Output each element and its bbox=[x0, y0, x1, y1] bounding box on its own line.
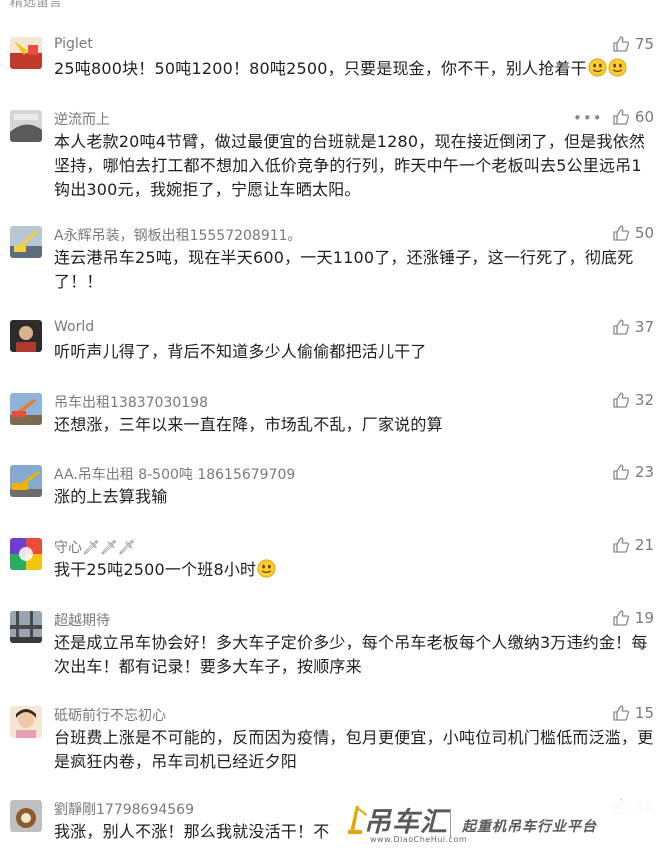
commenter-name[interactable]: 砥砺前行不忘初心 bbox=[54, 705, 166, 725]
like-count: 19 bbox=[634, 609, 654, 627]
commenter-name[interactable]: A永辉吊装，钢板出租15557208911。 bbox=[54, 225, 302, 245]
smiley-emoji-icon bbox=[257, 559, 276, 578]
like-button[interactable]: 75 bbox=[612, 35, 654, 53]
commenter-name[interactable]: AA.吊车出租 8-500吨 18615679709 bbox=[54, 464, 295, 484]
avatar[interactable] bbox=[10, 800, 42, 832]
smiley-emoji-icon bbox=[608, 58, 627, 77]
thumbs-up-icon bbox=[613, 319, 629, 335]
comment-text: 台班费上涨是不可能的，反而因为疫情，包月更便宜，小吨位司机门槛低而泛滥，更是疯狂… bbox=[54, 728, 654, 771]
thumbs-up-icon bbox=[613, 610, 629, 626]
avatar[interactable] bbox=[10, 320, 42, 352]
comment-text: 25吨800块！50吨1200！80吨2500，只要是现金，你不干，别人抢着干 bbox=[54, 57, 654, 81]
smiley-emoji-icon bbox=[588, 58, 607, 77]
watermark-url: www.DiaoCheHui.com bbox=[370, 835, 468, 844]
avatar[interactable] bbox=[10, 706, 42, 738]
watermark: 吊车汇 www.DiaoCheHui.com 起重机吊车行业平台 bbox=[334, 800, 668, 851]
thumbs-up-icon bbox=[613, 392, 629, 408]
comment-text: 还是成立吊车协会好！多大车子定价多少，每个吊车老板每个人缴纳3万违约金！每次出车… bbox=[54, 633, 648, 676]
like-count: 37 bbox=[634, 318, 654, 336]
avatar[interactable] bbox=[10, 611, 42, 643]
comment-text: 听听声儿得了，背后不知道多少人偷偷都把活儿干了 bbox=[54, 342, 427, 361]
thumbs-up-icon bbox=[613, 225, 629, 241]
like-button[interactable]: 50 bbox=[612, 224, 654, 242]
comment-text: 连云港吊车25吨，现在半天600，一天1100了，还涨锤子，这一行死了，彻底死了… bbox=[54, 248, 634, 291]
thumbs-up-icon bbox=[613, 705, 629, 721]
commenter-name[interactable]: 劉靜剛17798694569 bbox=[54, 799, 194, 819]
thumbs-up-icon bbox=[613, 464, 629, 480]
avatar[interactable] bbox=[10, 465, 42, 497]
commenter-name[interactable]: 逆流而上 bbox=[54, 109, 110, 129]
like-count: 23 bbox=[634, 463, 654, 481]
comment-text: 我干25吨2500一个班8小时 bbox=[54, 558, 654, 582]
commenter-name[interactable]: Piglet bbox=[54, 36, 93, 52]
like-button[interactable]: 21 bbox=[612, 536, 654, 554]
like-button[interactable]: 19 bbox=[612, 609, 654, 627]
avatar[interactable] bbox=[10, 37, 42, 69]
section-title: 精选留言 bbox=[10, 0, 63, 10]
thumbs-up-icon bbox=[613, 537, 629, 553]
commenter-name[interactable]: 吊车出租13837030198 bbox=[54, 392, 208, 412]
like-button[interactable]: 23 bbox=[612, 463, 654, 481]
thumbs-up-icon bbox=[613, 109, 629, 125]
like-count: 75 bbox=[634, 35, 654, 53]
like-count: 32 bbox=[634, 391, 654, 409]
avatar[interactable] bbox=[10, 110, 42, 142]
comment-text: 涨的上去算我输 bbox=[54, 487, 168, 506]
avatar[interactable] bbox=[10, 393, 42, 425]
like-button[interactable]: 32 bbox=[612, 391, 654, 409]
like-count: 15 bbox=[634, 704, 654, 722]
like-count: 21 bbox=[634, 536, 654, 554]
commenter-name[interactable]: World bbox=[54, 319, 94, 335]
watermark-divider bbox=[450, 810, 451, 838]
more-dots-icon[interactable]: ••• bbox=[573, 109, 603, 127]
comment-text: 本人老款20吨4节臂，做过最便宜的台班就是1280，现在接近倒闭了，但是我依然坚… bbox=[54, 132, 646, 199]
commenter-name[interactable]: 守心🗡🗡🗡 bbox=[54, 537, 135, 557]
like-button[interactable]: 15 bbox=[612, 704, 654, 722]
avatar[interactable] bbox=[10, 226, 42, 258]
watermark-brand: 吊车汇 bbox=[364, 807, 448, 838]
avatar[interactable] bbox=[10, 538, 42, 570]
thumbs-up-icon bbox=[613, 36, 629, 52]
like-button[interactable]: 37 bbox=[612, 318, 654, 336]
like-count: 50 bbox=[634, 224, 654, 242]
watermark-slogan: 起重机吊车行业平台 bbox=[462, 819, 597, 835]
like-count: 60 bbox=[634, 108, 654, 126]
commenter-name[interactable]: 超越期待 bbox=[54, 610, 110, 630]
like-button[interactable]: 60 bbox=[612, 108, 654, 126]
comment-text: 还想涨，三年以来一直在降，市场乱不乱，厂家说的算 bbox=[54, 415, 443, 434]
